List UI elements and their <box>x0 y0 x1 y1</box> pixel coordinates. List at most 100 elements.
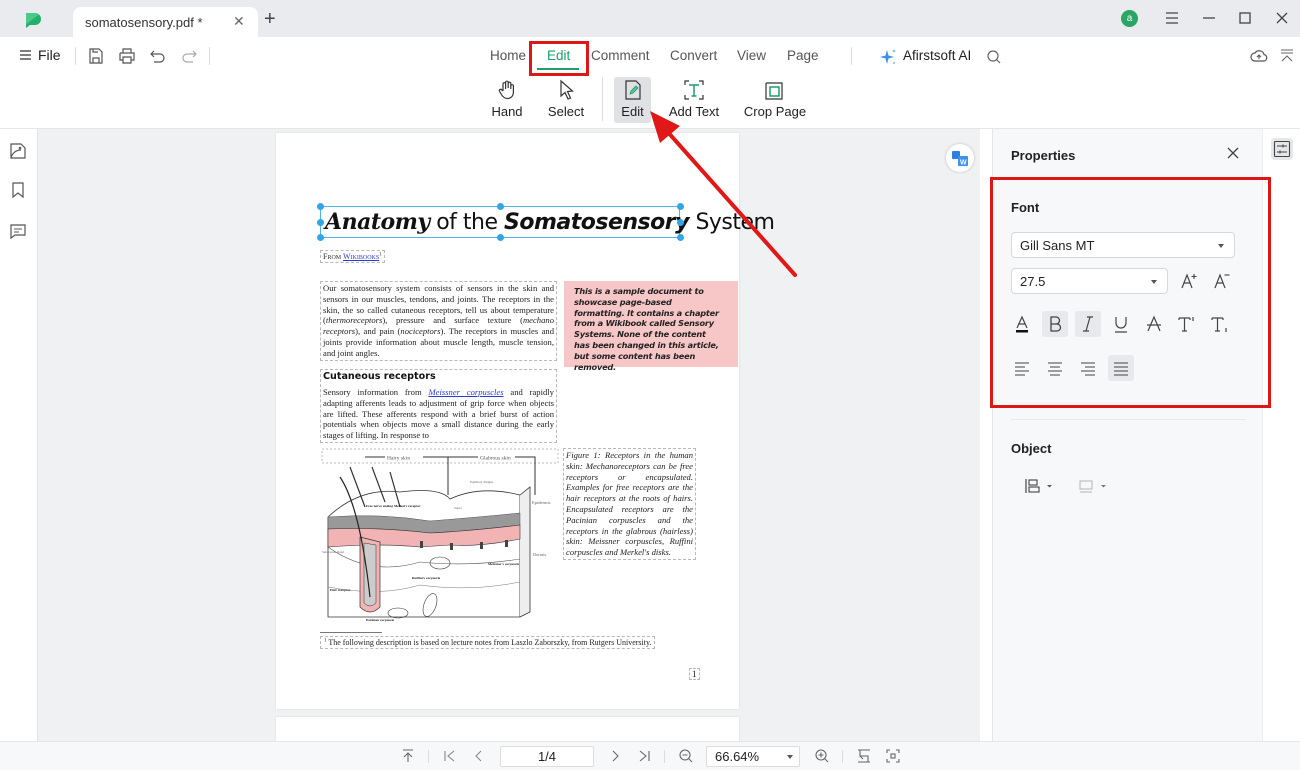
tab-view[interactable]: View <box>737 48 766 63</box>
meissner-link[interactable]: Meissner corpuscles <box>428 387 503 397</box>
translate-button[interactable]: W <box>946 144 974 172</box>
tab-convert[interactable]: Convert <box>670 48 717 63</box>
figure-label-box <box>321 448 559 464</box>
page-number: 1 <box>689 668 700 680</box>
resize-handle[interactable] <box>317 219 324 226</box>
toolbar: File Home Edit Comment Convert View Page… <box>0 37 1300 129</box>
file-menu-button[interactable]: File <box>19 47 61 63</box>
avatar[interactable]: a <box>1121 10 1138 27</box>
hair-receptor-label: Hair receptor <box>330 588 351 592</box>
wikibooks-link[interactable]: Wikibooks <box>343 252 379 261</box>
skin-receptor-figure[interactable]: Hairy skin Glabrous skin Papillary Ridge… <box>320 447 560 629</box>
hand-tool-button[interactable]: Hand <box>488 77 526 123</box>
section-divider <box>1011 419 1246 420</box>
edit-tool-button[interactable]: Edit <box>614 77 651 123</box>
resize-handle[interactable] <box>677 234 684 241</box>
divider <box>842 750 843 763</box>
tab-page[interactable]: Page <box>787 48 819 63</box>
intro-paragraph[interactable]: Our somatosensory system consists of sen… <box>320 281 557 361</box>
select-tool-button[interactable]: Select <box>545 77 587 123</box>
edit-document-icon <box>624 80 641 100</box>
crop-page-tool-label: Crop Page <box>743 104 807 119</box>
document-tab[interactable]: somatosensory.pdf * ✕ <box>73 7 258 37</box>
print-icon[interactable] <box>118 47 136 65</box>
edit-tool-label: Edit <box>621 104 644 119</box>
last-page-icon[interactable] <box>636 748 652 764</box>
add-text-icon <box>684 80 704 100</box>
callout-text: This is a sample document to showcase pa… <box>574 286 719 372</box>
next-page-icon[interactable] <box>607 748 623 764</box>
ruffini-label: Ruffini's corpuscle <box>412 576 441 580</box>
divider <box>602 77 603 121</box>
resize-handle[interactable] <box>317 234 324 241</box>
document-canvas[interactable]: Anatomy of the Somatosensory System From… <box>38 129 980 741</box>
minimize-icon[interactable] <box>1200 9 1218 27</box>
resize-handle[interactable] <box>497 203 504 210</box>
close-tab-icon[interactable]: ✕ <box>233 13 245 30</box>
merkel-label: Merkel's receptor <box>394 504 421 508</box>
settings-sliders-icon <box>1273 140 1291 158</box>
document-title[interactable]: Anatomy of the Somatosensory System <box>325 209 775 235</box>
maximize-icon[interactable] <box>1236 9 1254 27</box>
close-window-icon[interactable] <box>1273 9 1291 27</box>
close-panel-icon[interactable] <box>1226 146 1240 160</box>
left-sidebar <box>0 129 38 741</box>
tab-title: somatosensory.pdf * <box>85 15 203 30</box>
crop-icon <box>765 82 783 100</box>
search-icon[interactable] <box>985 48 1003 66</box>
resize-handle[interactable] <box>677 219 684 226</box>
go-to-top-icon[interactable] <box>400 748 416 764</box>
dermis-label: Dermis <box>533 552 546 557</box>
zoom-in-icon[interactable] <box>814 748 830 764</box>
glabrous-skin-label: Glabrous skin <box>480 456 511 462</box>
footnote[interactable]: 1 The following description is based on … <box>320 636 656 649</box>
collapse-toolbar-icon[interactable] <box>1278 47 1296 65</box>
redo-icon[interactable] <box>180 47 198 65</box>
selected-title-textbox[interactable]: Anatomy of the Somatosensory System <box>317 203 775 241</box>
comment-icon[interactable] <box>9 222 27 240</box>
source-line[interactable]: From Wikibooks1 <box>320 250 385 263</box>
divider <box>209 47 210 65</box>
pdf-page-2[interactable] <box>276 717 739 741</box>
callout-box[interactable]: This is a sample document to showcase pa… <box>564 281 738 372</box>
file-label: File <box>38 47 61 63</box>
menu-icon[interactable] <box>1163 9 1181 27</box>
section-block[interactable]: Cutaneous receptors Sensory information … <box>320 369 557 443</box>
highlight-edit-tab <box>529 41 589 76</box>
cloud-upload-icon[interactable] <box>1250 47 1268 65</box>
resize-handle[interactable] <box>317 203 324 210</box>
resize-handle[interactable] <box>677 203 684 210</box>
footnote-rule <box>320 632 382 633</box>
add-text-tool-button[interactable]: Add Text <box>665 77 723 123</box>
thumbnail-icon[interactable] <box>9 142 27 160</box>
pacinian-label: Pacinian corpuscle <box>366 618 395 622</box>
fit-width-icon[interactable] <box>856 748 872 764</box>
bookmark-icon[interactable] <box>9 181 27 199</box>
resize-handle[interactable] <box>497 234 504 241</box>
tab-comment[interactable]: Comment <box>591 48 650 63</box>
zoom-level-select[interactable]: 66.64% <box>706 746 800 767</box>
previous-page-icon[interactable] <box>471 748 487 764</box>
tab-home[interactable]: Home <box>490 48 526 63</box>
highlight-font-section <box>990 177 1271 408</box>
fullscreen-icon[interactable] <box>885 748 901 764</box>
first-page-icon[interactable] <box>442 748 458 764</box>
septa-label: Septa <box>454 506 462 510</box>
pdf-page-1[interactable]: Anatomy of the Somatosensory System From… <box>276 133 775 709</box>
add-text-tool-label: Add Text <box>668 104 720 119</box>
properties-toggle-button[interactable] <box>1271 138 1293 160</box>
title-bar: somatosensory.pdf * ✕ + a <box>0 0 1300 37</box>
crop-page-tool-button[interactable]: Crop Page <box>742 77 808 123</box>
figure-caption[interactable]: Figure 1: Receptors in the human skin: M… <box>563 448 696 560</box>
object-distribute-dropdown[interactable] <box>1075 473 1113 499</box>
ai-assistant-button[interactable]: Afirstsoft AI <box>903 48 971 63</box>
new-tab-icon[interactable]: + <box>264 9 276 29</box>
hand-tool-label: Hand <box>491 104 523 119</box>
zoom-out-icon[interactable] <box>678 748 694 764</box>
object-align-dropdown[interactable] <box>1021 473 1059 499</box>
hamburger-icon <box>20 50 31 60</box>
page-number-input[interactable]: 1/4 <box>500 746 594 767</box>
hand-icon <box>498 80 514 100</box>
undo-icon[interactable] <box>149 47 167 65</box>
save-icon[interactable] <box>87 47 105 65</box>
